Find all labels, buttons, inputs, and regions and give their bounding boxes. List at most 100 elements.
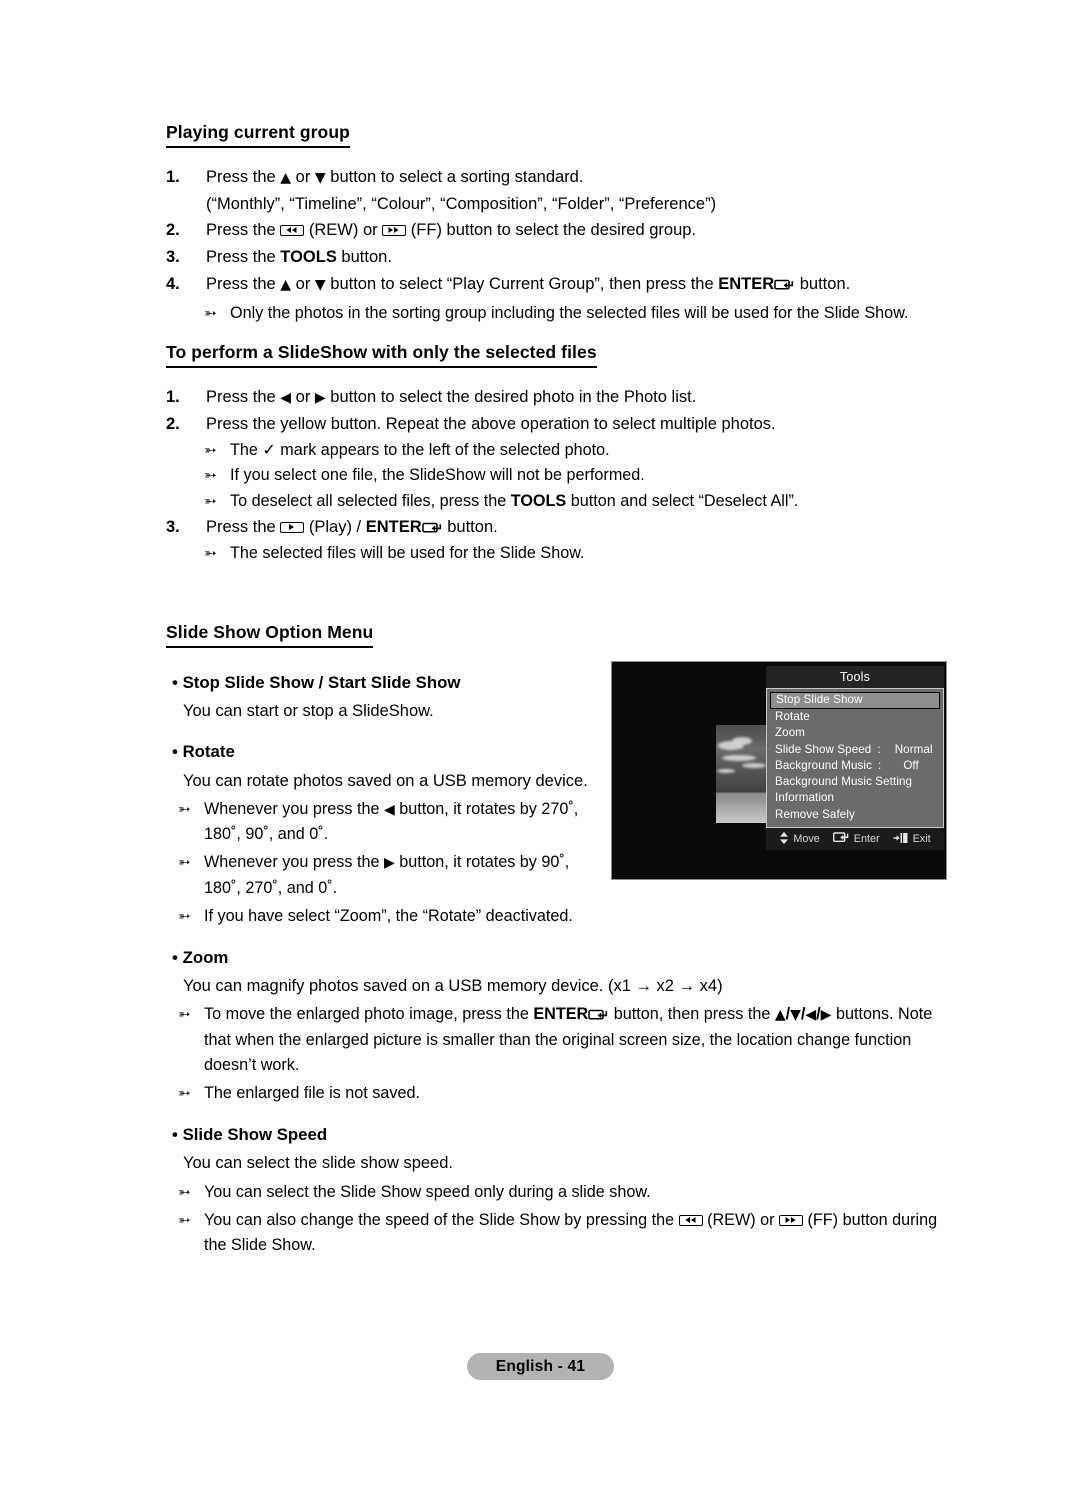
menu-item-stop-slide-show[interactable]: Stop Slide Show bbox=[770, 692, 940, 709]
fast-forward-icon bbox=[382, 225, 407, 236]
note-item: ➳ To deselect all selected files, press … bbox=[204, 489, 956, 514]
enter-button-label: ENTER bbox=[365, 517, 422, 536]
menu-item-remove-safely[interactable]: Remove Safely bbox=[770, 807, 940, 823]
enter-button-label: ENTER bbox=[718, 275, 775, 294]
note-item: ➳ You can also change the speed of the S… bbox=[178, 1208, 956, 1258]
menu-item-slide-show-speed[interactable]: Slide Show Speed : Normal bbox=[770, 742, 940, 758]
enter-icon bbox=[832, 832, 850, 846]
note-text-part: You can also change the speed of the Sli… bbox=[204, 1210, 679, 1229]
cloud-shape bbox=[717, 769, 735, 773]
option-title: • Stop Slide Show / Start Slide Show bbox=[172, 670, 606, 695]
sorting-options-line: (“Monthly”, “Timeline”, “Colour”, “Compo… bbox=[166, 191, 956, 217]
menu-item-value: Off bbox=[903, 758, 919, 772]
menu-item-colon: : bbox=[877, 758, 882, 772]
step-item: 2. Press the yellow button. Repeat the a… bbox=[166, 411, 956, 437]
cloud-shape bbox=[742, 763, 766, 768]
step-number: 2. bbox=[166, 415, 180, 434]
step-text-part: button to select a sorting standard. bbox=[325, 167, 584, 186]
arrow-bullet-icon: ➳ bbox=[204, 441, 217, 460]
footer-exit-label: Exit bbox=[912, 833, 931, 846]
note-text-part: (REW) or bbox=[702, 1210, 780, 1229]
menu-item-information[interactable]: Information bbox=[770, 790, 940, 806]
arrow-bullet-icon: ➳ bbox=[178, 800, 191, 819]
menu-item-background-music-setting[interactable]: Background Music Setting bbox=[770, 774, 940, 790]
note-item: ➳ The enlarged file is not saved. bbox=[178, 1081, 956, 1106]
step-text: Press the ◀ or ▶ button to select the de… bbox=[206, 388, 697, 407]
left-triangle-icon: ◀ bbox=[383, 802, 395, 819]
heading-slideshow-selected: To perform a SlideShow with only the sel… bbox=[166, 342, 597, 369]
up-triangle-icon: ▲ bbox=[774, 1007, 786, 1024]
step-text-part: Press the bbox=[206, 167, 281, 186]
down-triangle-icon: ▼ bbox=[790, 1007, 801, 1024]
option-description: You can start or stop a SlideShow. bbox=[183, 701, 434, 720]
steps-playing-current-group: 1. Press the ▲ or ▼ button to select a s… bbox=[166, 164, 956, 297]
tools-button-label: TOOLS bbox=[280, 248, 337, 267]
menu-item-background-music[interactable]: Background Music : Off bbox=[770, 758, 940, 774]
note-text: The enlarged file is not saved. bbox=[204, 1083, 420, 1102]
fast-forward-icon bbox=[779, 1214, 804, 1226]
step-number: 3. bbox=[166, 517, 180, 536]
step-item: 3. Press the (Play) / ENTER button. bbox=[166, 514, 956, 540]
footer-move: Move bbox=[779, 831, 820, 847]
arrow-bullet-icon: ➳ bbox=[178, 1083, 191, 1102]
note-item: ➳ You can select the Slide Show speed on… bbox=[178, 1180, 956, 1205]
step-text-part: button. bbox=[442, 517, 498, 536]
option-title: • Rotate bbox=[172, 739, 606, 764]
arrow-bullet-icon: ➳ bbox=[178, 853, 191, 872]
step-text-part: Press the bbox=[206, 517, 281, 536]
arrow-bullet-icon: ➳ bbox=[178, 906, 191, 925]
checkmark-icon: ✓ bbox=[262, 440, 276, 460]
enter-button-label: ENTER bbox=[533, 1005, 589, 1024]
step-text: Press the yellow button. Repeat the abov… bbox=[206, 415, 776, 434]
heading-playing-current-group: Playing current group bbox=[166, 122, 350, 148]
step-item: 3. Press the TOOLS button. bbox=[166, 244, 956, 270]
step-text-part: Press the bbox=[206, 388, 281, 407]
note-item: ➳ Whenever you press the ◀ button, it ro… bbox=[178, 797, 606, 847]
option-title-text: Zoom bbox=[182, 947, 229, 967]
menu-item-label: Slide Show Speed bbox=[775, 742, 872, 756]
note-text-part: mark appears to the left of the selected… bbox=[275, 441, 610, 460]
note-item: ➳ The ✓ mark appears to the left of the … bbox=[204, 438, 956, 463]
note-text-part: button, then press the bbox=[609, 1005, 775, 1024]
enter-key-icon bbox=[421, 516, 443, 533]
note-text: Only the photos in the sorting group inc… bbox=[230, 304, 909, 323]
option-slide-show-speed: • Slide Show Speed You can select the sl… bbox=[166, 1122, 956, 1258]
footer-exit: Exit bbox=[893, 832, 931, 847]
step-text-part: button. bbox=[336, 248, 392, 267]
tools-menu-title: Tools bbox=[766, 666, 944, 688]
step-text-part: Press the bbox=[206, 248, 281, 267]
step-text: Press the ▲ or ▼ button to select “Play … bbox=[206, 273, 851, 294]
tools-menu-footer: Move Enter Exit bbox=[766, 828, 944, 851]
option-description: You can rotate photos saved on a USB mem… bbox=[183, 771, 588, 790]
updown-arrow-icon bbox=[779, 831, 789, 847]
cloud-shape bbox=[732, 737, 752, 745]
menu-item-zoom[interactable]: Zoom bbox=[770, 725, 940, 741]
menu-item-label: Background Music bbox=[775, 758, 872, 772]
rewind-icon bbox=[678, 1214, 703, 1226]
rewind-icon bbox=[280, 225, 305, 236]
bullet-dot-icon: • bbox=[172, 742, 178, 762]
note-text: Whenever you press the ◀ button, it rota… bbox=[204, 797, 606, 847]
option-description: You can magnify photos saved on a USB me… bbox=[183, 976, 723, 995]
note-text-part: The bbox=[230, 441, 263, 460]
note-text: The selected files will be used for the … bbox=[230, 543, 585, 562]
menu-item-rotate[interactable]: Rotate bbox=[770, 709, 940, 725]
step-text-part: Press the bbox=[206, 221, 281, 239]
option-title-text: Stop Slide Show / Start Slide Show bbox=[182, 672, 461, 692]
step-number: 1. bbox=[166, 388, 180, 407]
down-triangle-icon: ▼ bbox=[314, 277, 326, 294]
step-text-part: (Play) / bbox=[304, 517, 366, 536]
note-text: If you have select “Zoom”, the “Rotate” … bbox=[204, 906, 573, 925]
left-triangle-icon: ◀ bbox=[805, 1007, 817, 1024]
step-item: 2. Press the (REW) or (FF) button to sel… bbox=[166, 217, 956, 243]
arrow-bullet-icon: ➳ bbox=[178, 1005, 191, 1024]
option-description: You can select the slide show speed. bbox=[183, 1154, 453, 1173]
bullet-dot-icon: • bbox=[172, 672, 178, 692]
heading-option-menu: Slide Show Option Menu bbox=[166, 622, 374, 648]
play-icon bbox=[280, 521, 305, 533]
step-text-part: Press the bbox=[206, 275, 281, 294]
menu-item-label: Rotate bbox=[775, 710, 810, 723]
option-title-text: Rotate bbox=[182, 742, 235, 762]
tools-button-label: TOOLS bbox=[510, 491, 567, 510]
enter-key-icon bbox=[774, 273, 795, 290]
